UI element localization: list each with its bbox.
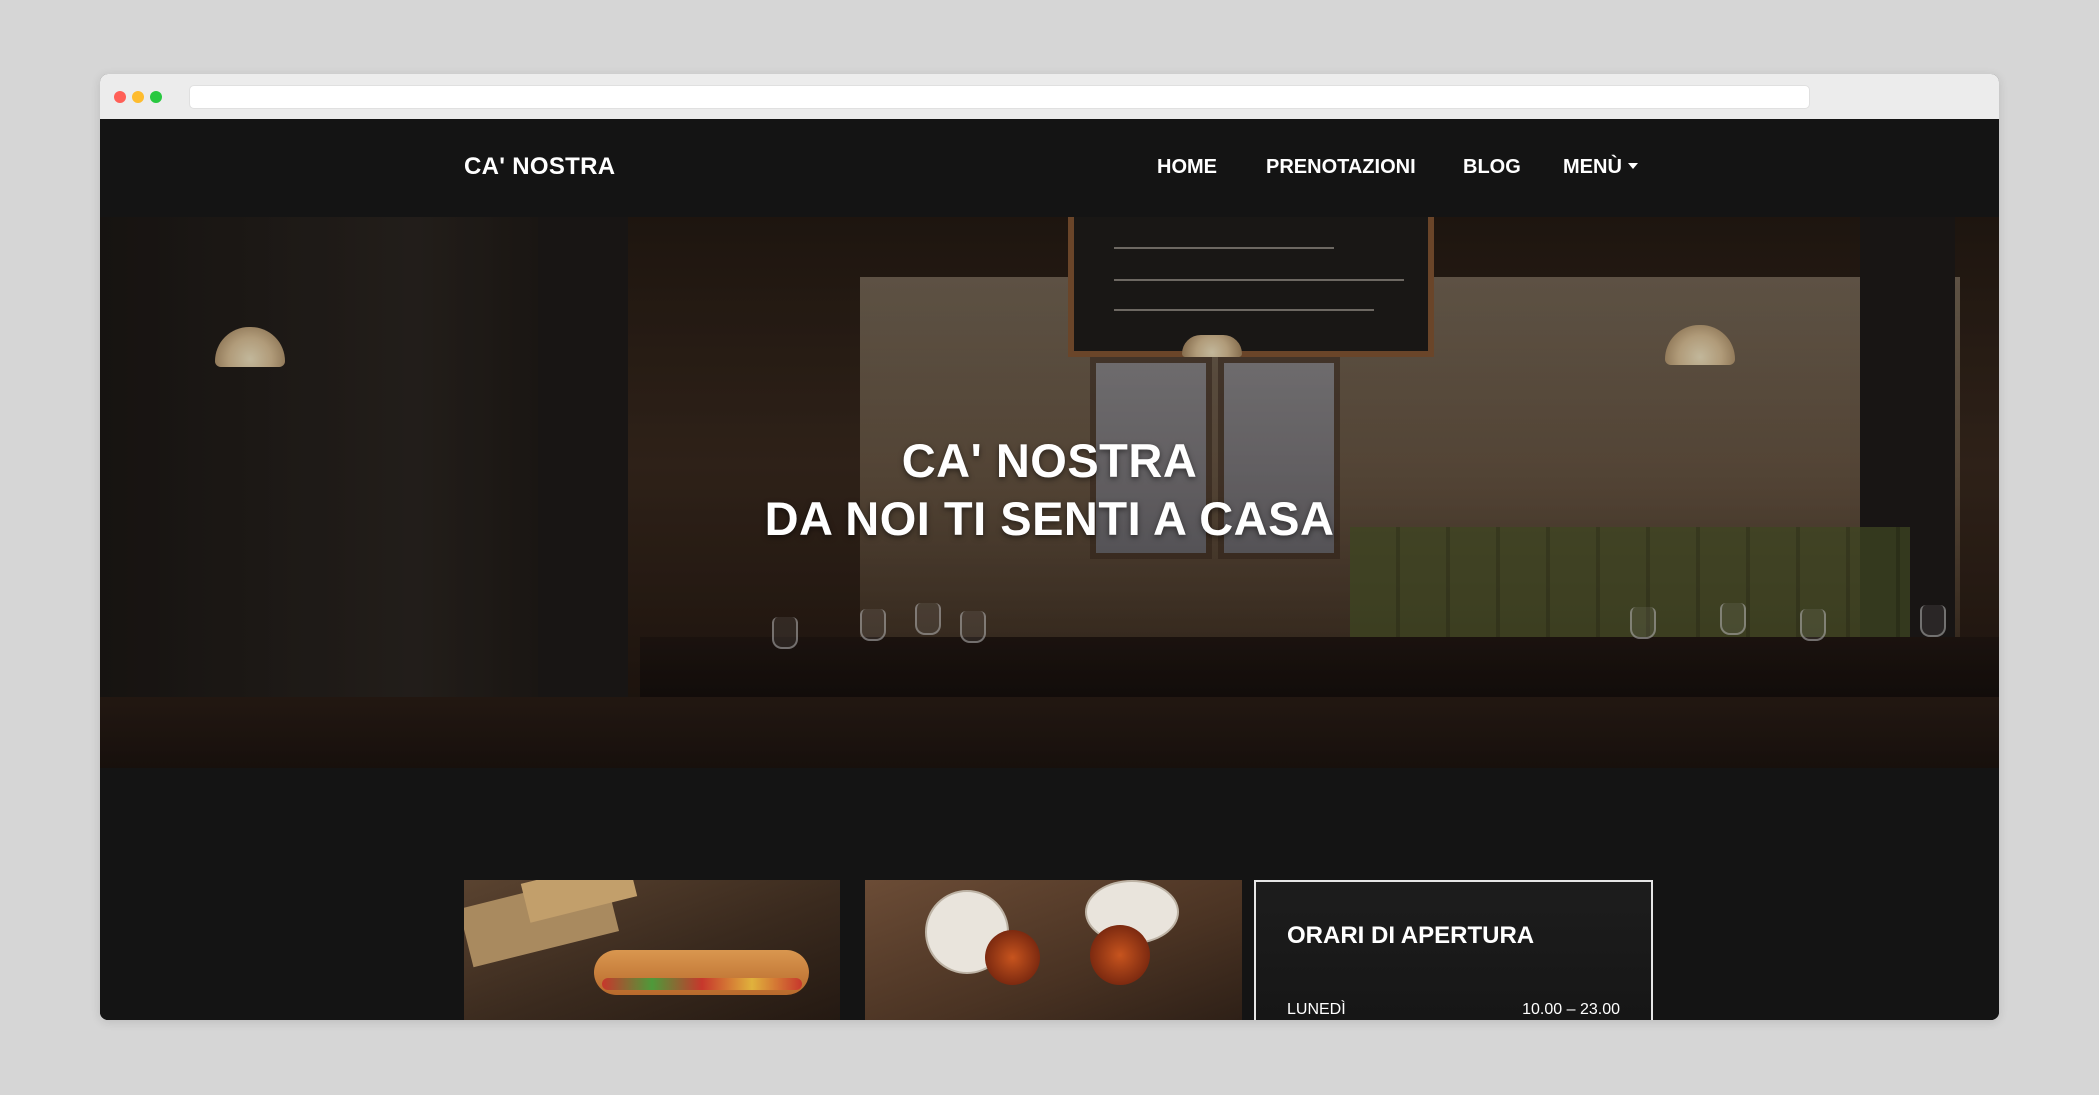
nav-link-blog[interactable]: BLOG xyxy=(1463,156,1521,179)
hero-title-line-2: DA NOI TI SENTI A CASA xyxy=(764,492,1335,545)
opening-hours-box: ORARI DI APERTURA LUNEDÌ 10.00 – 23.00 xyxy=(1254,880,1653,1020)
food-image-sandwich[interactable] xyxy=(464,880,840,1020)
hero-title-line-1: CA' NOSTRA xyxy=(901,434,1198,487)
minimize-window-button[interactable] xyxy=(132,91,144,103)
browser-window: CA' NOSTRA HOME PRENOTAZIONI BLOG MENÙ C… xyxy=(100,74,1999,1020)
nav-link-home[interactable]: HOME xyxy=(1157,156,1217,179)
food-photo-filling xyxy=(602,978,802,990)
opening-hours-title: ORARI DI APERTURA xyxy=(1287,922,1535,949)
content-section: ORARI DI APERTURA LUNEDÌ 10.00 – 23.00 xyxy=(100,768,1999,1020)
maximize-window-button[interactable] xyxy=(150,91,162,103)
caret-down-icon xyxy=(1627,162,1638,169)
opening-hours-day: LUNEDÌ xyxy=(1287,1001,1346,1018)
food-photo-wine xyxy=(1090,925,1150,985)
hero-title: CA' NOSTRA DA NOI TI SENTI A CASA xyxy=(100,432,1999,548)
browser-toolbar xyxy=(100,74,1999,119)
nav-dropdown-menu-label: MENÙ xyxy=(1563,156,1622,178)
nav-dropdown-menu[interactable]: MENÙ xyxy=(1563,156,1638,179)
site-navbar: CA' NOSTRA HOME PRENOTAZIONI BLOG MENÙ xyxy=(100,119,1999,217)
close-window-button[interactable] xyxy=(114,91,126,103)
nav-link-prenotazioni[interactable]: PRENOTAZIONI xyxy=(1266,156,1416,179)
food-image-table[interactable] xyxy=(865,880,1242,1020)
brand-logo-link[interactable]: CA' NOSTRA xyxy=(464,153,615,181)
hero-banner: CA' NOSTRA DA NOI TI SENTI A CASA xyxy=(100,217,1999,768)
food-photo-wine xyxy=(985,930,1040,985)
opening-hours-time: 10.00 – 23.00 xyxy=(1522,1001,1620,1018)
address-bar[interactable] xyxy=(189,85,1810,109)
